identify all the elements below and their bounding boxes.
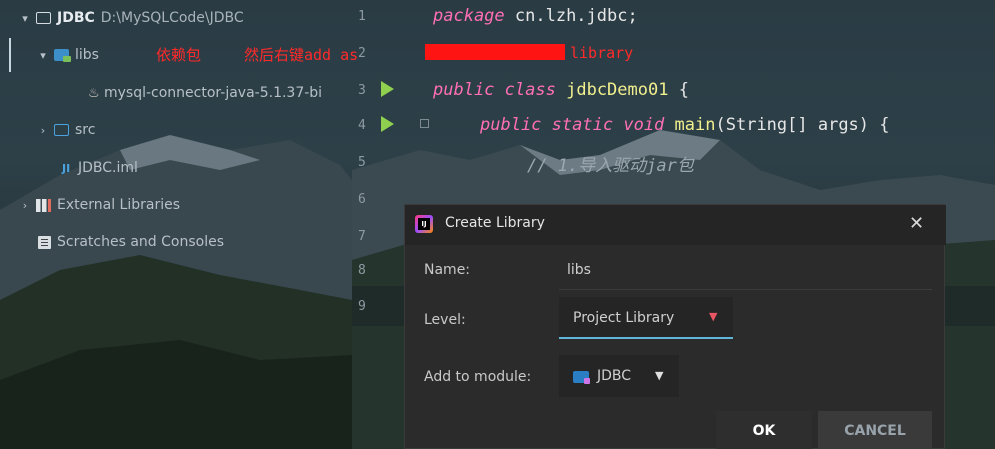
method-name-token: main (674, 115, 716, 135)
chevron-down-icon[interactable]: ▾ (18, 12, 32, 25)
keyword-token: package (433, 6, 505, 26)
run-class-icon[interactable] (381, 81, 394, 97)
tree-item-jdbc-root[interactable]: ▾ JDBC D:\MySQLCode\JDBC (18, 5, 244, 31)
line-number: 1 (358, 9, 366, 24)
chevron-down-icon: ▼ (709, 310, 718, 323)
source-folder-icon (54, 124, 69, 136)
external-libraries-icon (36, 198, 51, 212)
dialog-title: Create Library (445, 215, 545, 231)
tree-item-label: src (75, 122, 96, 138)
package-name-token: cn.lzh.jdbc; (504, 6, 638, 26)
code-line-3[interactable]: public class jdbcDemo01 { (433, 80, 689, 100)
tree-item-mysql-connector[interactable]: ♨ mysql-connector-java-5.1.37-bi (88, 80, 322, 106)
line-number: 3 (358, 83, 366, 98)
create-library-dialog: Create Library ✕ Name: libs Level: Proje… (404, 204, 946, 449)
module-label: Add to module: (424, 369, 532, 385)
tree-item-label: JDBC (57, 10, 95, 26)
keyword-token: class (504, 80, 556, 100)
annotation-text-2: 然后右键add as (244, 46, 359, 64)
project-path: D:\MySQLCode\JDBC (100, 10, 244, 26)
code-line-5[interactable]: // 1.导入驱动jar包 (527, 151, 694, 176)
chevron-right-icon[interactable]: › (36, 124, 50, 137)
intellij-app-icon (415, 215, 433, 233)
annotation-text-1: 依赖包 (156, 46, 202, 64)
selection-indicator (9, 38, 11, 72)
jar-icon: ♨ (88, 85, 100, 101)
name-field-underline (559, 289, 932, 290)
tree-item-jdbc-iml[interactable]: JI JDBC.iml (62, 155, 138, 181)
module-file-icon: JI (62, 161, 71, 175)
line-number: 6 (358, 192, 366, 207)
module-icon (573, 371, 590, 384)
line-number: 4 (358, 118, 366, 133)
level-label: Level: (424, 312, 466, 328)
brace-token: { (668, 80, 689, 100)
tree-item-label: External Libraries (57, 197, 180, 213)
line-number: 2 (358, 46, 366, 61)
chevron-right-icon[interactable]: › (18, 199, 32, 212)
chevron-down-icon[interactable]: ▾ (36, 49, 50, 62)
tree-item-label: Scratches and Consoles (57, 234, 224, 250)
comment-token: // 1.导入驱动jar包 (527, 156, 694, 176)
code-line-4[interactable]: public static void main(String[] args) { (480, 115, 890, 135)
redaction-mark (425, 44, 565, 60)
run-main-icon[interactable] (381, 116, 394, 132)
tree-item-label: libs (75, 47, 99, 63)
name-field[interactable]: libs (567, 262, 591, 278)
editor-gutter: 1 2 3 4 5 6 7 8 9 (352, 0, 410, 330)
tree-item-scratches[interactable]: Scratches and Consoles (38, 229, 224, 255)
chevron-down-icon: ▼ (655, 369, 664, 382)
line-number: 7 (358, 229, 366, 244)
tree-item-external-libraries[interactable]: › External Libraries (18, 192, 180, 218)
dialog-title-bar[interactable]: Create Library ✕ (405, 205, 946, 245)
level-selected-value: Project Library (573, 310, 675, 326)
tree-item-label: mysql-connector-java-5.1.37-bi (104, 85, 323, 101)
name-label: Name: (424, 262, 471, 278)
keyword-token: public (480, 115, 542, 135)
project-tree-panel: ▾ JDBC D:\MySQLCode\JDBC ▾ libs ♨ mysql-… (0, 0, 352, 449)
level-dropdown[interactable]: Project Library ▼ (559, 297, 733, 339)
folder-icon (36, 12, 51, 24)
close-icon[interactable]: ✕ (909, 213, 924, 234)
args-token: (String[] args) { (715, 115, 890, 135)
tree-item-libs[interactable]: ▾ libs (36, 42, 99, 68)
line-number: 9 (358, 299, 366, 314)
tree-item-src[interactable]: › src (36, 117, 96, 143)
library-folder-icon (54, 49, 71, 62)
ok-button[interactable]: OK (716, 411, 812, 449)
keyword-token: static (551, 115, 614, 135)
cancel-button[interactable]: CANCEL (818, 411, 932, 449)
module-selected-value: JDBC (597, 368, 632, 384)
module-dropdown[interactable]: JDBC ▼ (559, 355, 679, 397)
fold-marker-icon[interactable] (420, 119, 429, 128)
line-number: 8 (358, 263, 366, 278)
tree-item-label: JDBC.iml (78, 160, 138, 176)
keyword-token: void (623, 115, 665, 135)
scratches-icon (38, 235, 51, 249)
line-number: 5 (358, 155, 366, 170)
class-name-token: jdbcDemo01 (566, 80, 669, 100)
annotation-text-3: library (570, 44, 634, 62)
keyword-token: public (433, 80, 495, 100)
code-line-1[interactable]: package cn.lzh.jdbc; (433, 6, 638, 26)
